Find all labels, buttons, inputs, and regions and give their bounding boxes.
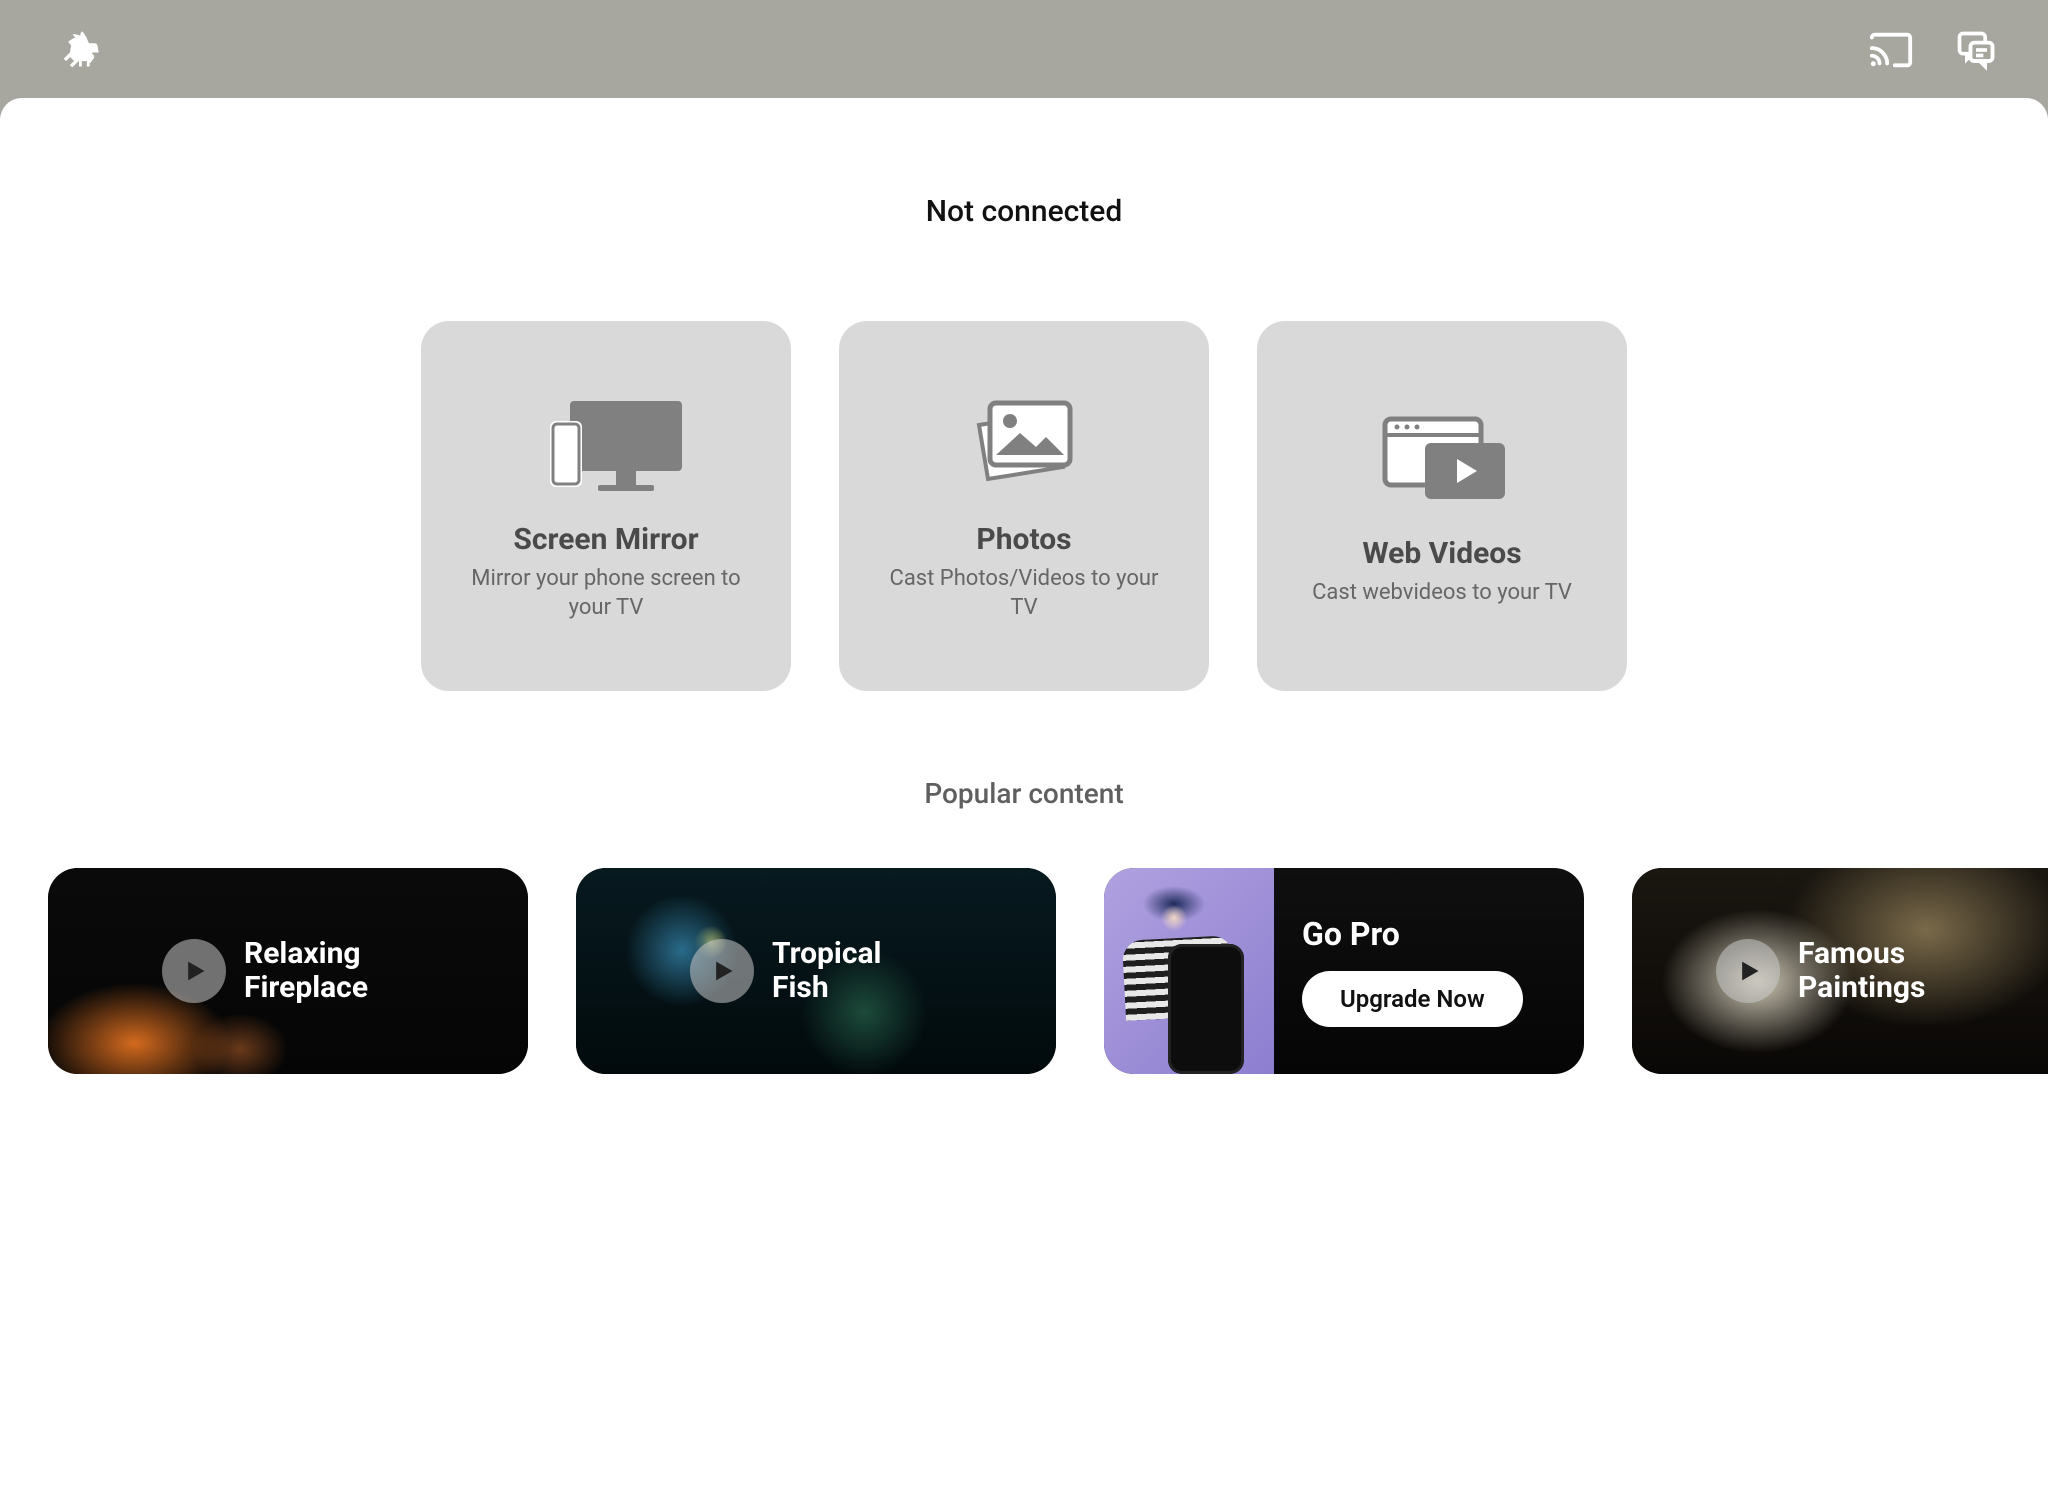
photos-icon — [944, 390, 1104, 500]
card-desc: Mirror your phone screen to your TV — [456, 565, 756, 622]
tile-tropical-fish[interactable]: Tropical Fish — [576, 868, 1056, 1074]
card-title: Web Videos — [1362, 536, 1521, 571]
card-photos[interactable]: Photos Cast Photos/Videos to your TV — [839, 321, 1209, 691]
card-title: Photos — [976, 522, 1071, 557]
cast-icon[interactable] — [1868, 30, 1914, 70]
card-desc: Cast Photos/Videos to your TV — [874, 565, 1174, 622]
tile-go-pro[interactable]: Go Pro Upgrade Now — [1104, 868, 1584, 1074]
play-icon — [690, 939, 754, 1003]
tile-label: Famous Paintings — [1798, 937, 1968, 1006]
card-screen-mirror[interactable]: Screen Mirror Mirror your phone screen t… — [421, 321, 791, 691]
card-desc: Cast webvideos to your TV — [1312, 579, 1572, 608]
feature-cards-row: Screen Mirror Mirror your phone screen t… — [0, 321, 2048, 691]
play-icon — [1716, 939, 1780, 1003]
connection-status: Not connected — [0, 194, 2048, 229]
popular-content-heading: Popular content — [0, 777, 2048, 810]
promo-thumbnail — [1104, 868, 1274, 1074]
chat-icon[interactable] — [1954, 28, 1998, 72]
popular-content-row: Relaxing Fireplace Tropical Fish Go Pro … — [0, 868, 2048, 1074]
card-web-videos[interactable]: Web Videos Cast webvideos to your TV — [1257, 321, 1627, 691]
web-videos-icon — [1362, 404, 1522, 514]
main-panel: Not connected Screen Mirror Mirror your … — [0, 98, 2048, 1496]
play-icon — [162, 939, 226, 1003]
tile-relaxing-fireplace[interactable]: Relaxing Fireplace — [48, 868, 528, 1074]
upgrade-now-button[interactable]: Upgrade Now — [1302, 971, 1523, 1027]
rocket-icon[interactable] — [60, 28, 104, 72]
promo-title: Go Pro — [1302, 915, 1584, 953]
tile-label: Tropical Fish — [772, 937, 942, 1006]
app-header — [0, 0, 2048, 100]
tile-famous-paintings[interactable]: Famous Paintings — [1632, 868, 2048, 1074]
tile-label: Relaxing Fireplace — [244, 937, 414, 1006]
card-title: Screen Mirror — [513, 522, 698, 557]
screen-mirror-icon — [526, 390, 686, 500]
